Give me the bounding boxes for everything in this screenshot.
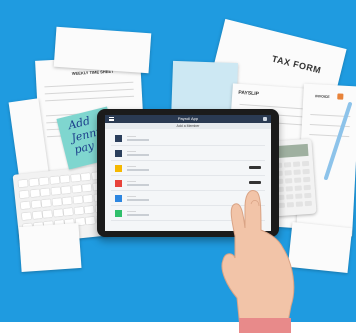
member-detail-line <box>127 139 149 141</box>
keyboard-key <box>32 211 42 220</box>
keyboard-key <box>49 176 60 185</box>
keyboard-key <box>30 200 41 209</box>
member-color-swatch <box>115 195 122 202</box>
calculator-key <box>302 168 310 175</box>
app-header: Payroll App <box>105 115 271 123</box>
calculator-key <box>293 169 301 175</box>
keyboard-key <box>39 177 49 186</box>
hand-touching-tablet <box>221 190 295 333</box>
keyboard-key <box>70 174 81 182</box>
form-line <box>44 88 134 95</box>
calculator-key <box>292 161 301 167</box>
member-name: ——— <box>127 209 136 213</box>
keyboard-key <box>20 201 31 210</box>
member-name: ——— <box>127 194 136 198</box>
notification-icon[interactable] <box>263 117 267 121</box>
keyboard-key <box>80 172 91 181</box>
keyboard-key <box>72 195 83 204</box>
payslip-title: PAYSLIP <box>238 89 260 98</box>
logo-icon <box>337 93 344 100</box>
member-name: ——— <box>127 134 136 138</box>
member-row[interactable]: ——— <box>111 147 265 161</box>
keyboard-key <box>42 210 53 219</box>
member-color-swatch <box>115 150 122 157</box>
form-line <box>45 95 135 102</box>
member-row[interactable]: ——— <box>111 132 265 146</box>
calculator-key <box>283 162 292 168</box>
keyboard-key <box>59 175 70 184</box>
keyboard-key <box>29 189 40 198</box>
keyboard-key <box>84 205 94 214</box>
member-detail-line <box>127 199 149 201</box>
member-color-swatch <box>115 180 122 187</box>
row-action-button[interactable] <box>249 166 261 169</box>
keyboard-key <box>28 178 39 187</box>
keyboard-key <box>85 216 96 225</box>
keyboard-key <box>62 196 72 205</box>
keyboard-key <box>52 209 63 217</box>
member-color-swatch <box>115 135 122 142</box>
keyboard-key <box>61 186 71 194</box>
member-name: ——— <box>127 179 136 183</box>
pen-icon <box>324 102 352 180</box>
member-detail-line <box>127 169 149 171</box>
member-detail-line <box>127 214 149 216</box>
app-subtitle: Add a Member <box>176 123 200 128</box>
keyboard-key <box>51 198 62 206</box>
tax-form-title: TAX FORM <box>270 53 323 76</box>
form-line <box>44 81 134 88</box>
keyboard-key <box>81 183 92 192</box>
member-color-swatch <box>115 165 122 172</box>
member-detail-line <box>127 154 149 156</box>
keyboard-key <box>83 194 93 203</box>
keyboard-key <box>73 206 84 215</box>
calculator-key <box>284 170 292 176</box>
keyboard-key <box>41 199 52 208</box>
invoice-title: INVOICE <box>315 94 330 100</box>
member-color-swatch <box>115 210 122 217</box>
background-document <box>53 26 152 74</box>
keyboard-key <box>71 184 82 193</box>
member-name: ——— <box>127 164 136 168</box>
member-name: ——— <box>127 149 136 153</box>
keyboard-key <box>21 212 32 221</box>
member-detail-line <box>127 184 149 186</box>
bottom-document <box>18 222 82 273</box>
member-row[interactable]: ——— <box>111 162 265 176</box>
keyboard-key <box>40 188 50 197</box>
keyboard-key <box>63 207 74 216</box>
photo-scene: WEEKLY TIME SHEET TAX FORM PAYSLIP INVOI… <box>0 0 356 333</box>
calculator-key <box>301 160 310 167</box>
app-subheader: Add a Member <box>105 123 271 129</box>
keyboard-key <box>19 190 30 199</box>
keyboard-key <box>18 179 28 188</box>
app-title: Payroll App <box>177 116 199 121</box>
keyboard-key <box>50 187 61 196</box>
